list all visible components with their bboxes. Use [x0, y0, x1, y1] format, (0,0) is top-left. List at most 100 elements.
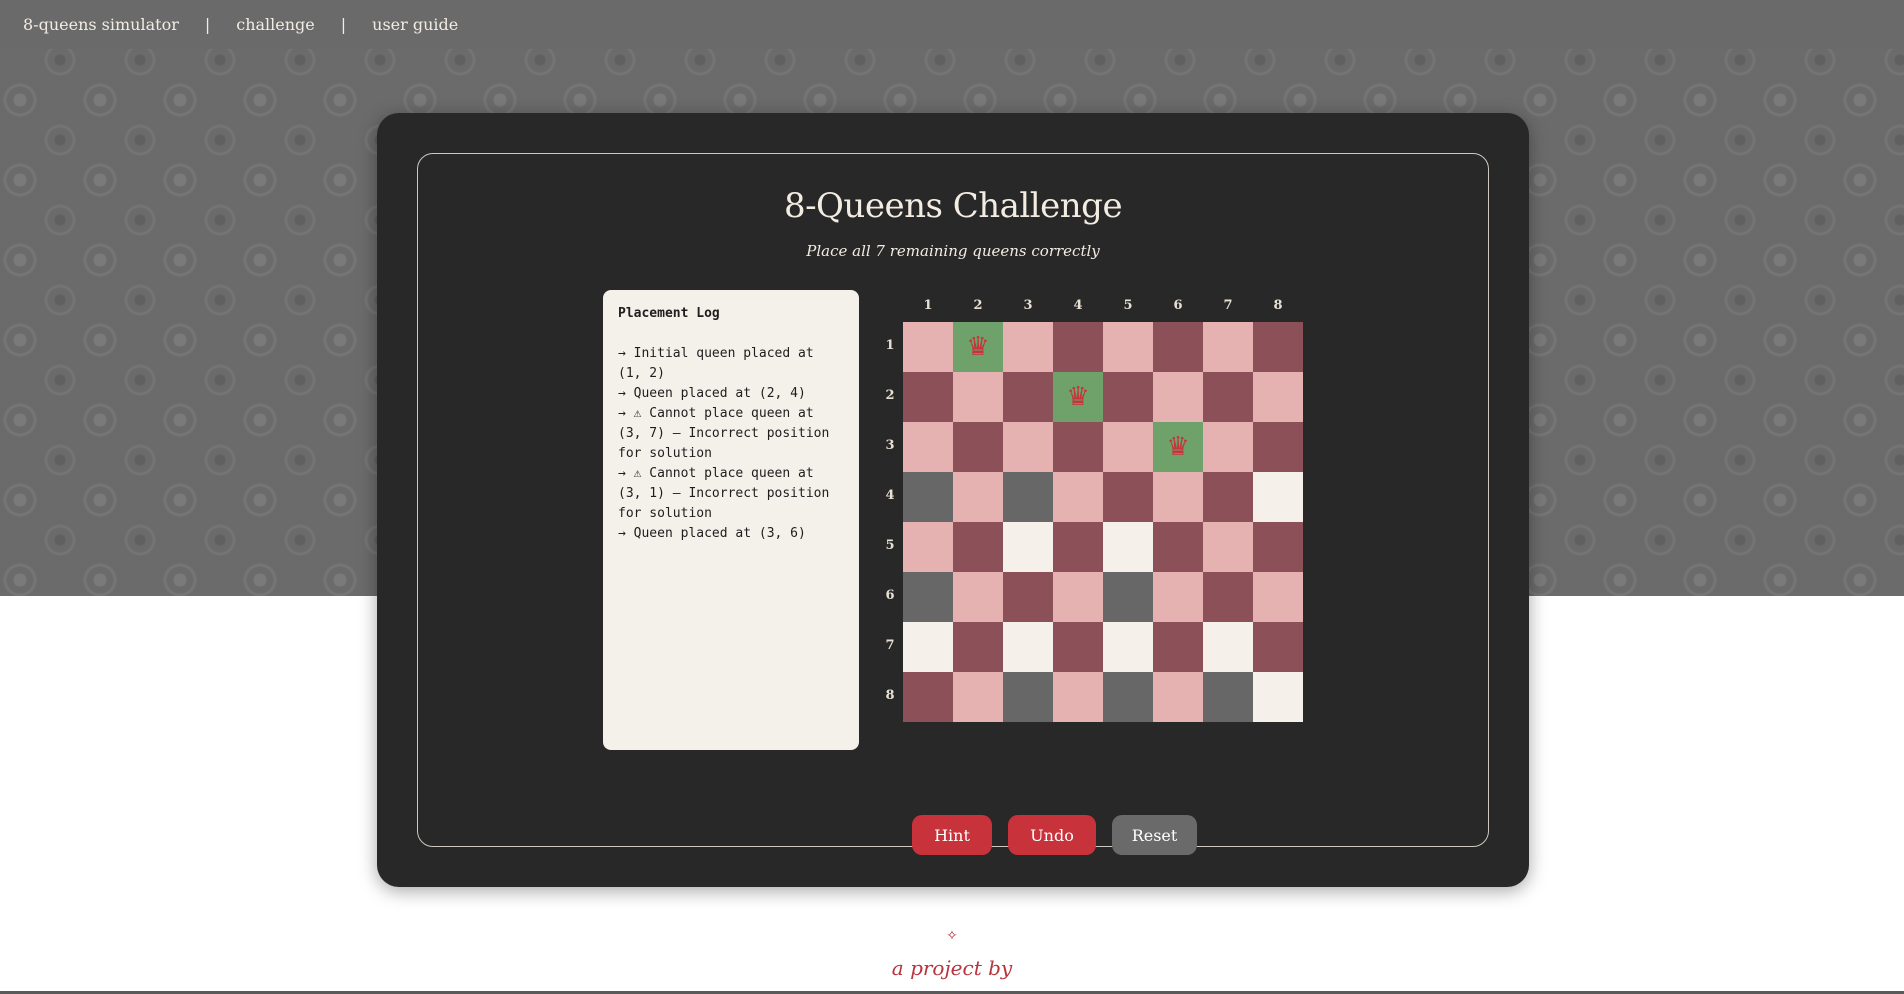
board-cell-r3-c2[interactable] — [953, 422, 1003, 472]
queen-icon: ♛ — [966, 332, 990, 362]
top-nav: 8-queens simulator | challenge | user gu… — [0, 0, 1904, 49]
board-cell-r2-c5[interactable] — [1103, 372, 1153, 422]
placement-log-title: Placement Log — [618, 306, 720, 321]
board-cell-r2-c1[interactable] — [903, 372, 953, 422]
board-cell-r1-c5[interactable] — [1103, 322, 1153, 372]
board-cell-r8-c1[interactable] — [903, 672, 953, 722]
nav-separator: | — [340, 15, 347, 34]
board-cell-r6-c5[interactable] — [1103, 572, 1153, 622]
board-cell-r7-c3[interactable] — [1003, 622, 1053, 672]
board-cell-r8-c6[interactable] — [1153, 672, 1203, 722]
board-cell-r6-c2[interactable] — [953, 572, 1003, 622]
row-label: 2 — [885, 388, 895, 403]
board-cell-r5-c4[interactable] — [1053, 522, 1103, 572]
queen-icon: ♛ — [1066, 382, 1090, 412]
board-cell-r2-c2[interactable] — [953, 372, 1003, 422]
board-cell-r5-c2[interactable] — [953, 522, 1003, 572]
board-cell-r8-c2[interactable] — [953, 672, 1003, 722]
board-cell-r1-c7[interactable] — [1203, 322, 1253, 372]
board-cell-r1-c2[interactable]: ♛ — [953, 322, 1003, 372]
board-cell-r6-c1[interactable] — [903, 572, 953, 622]
hint-button[interactable]: Hint — [912, 815, 992, 855]
column-label: 7 — [1223, 298, 1233, 313]
challenge-frame: 8-Queens Challenge Place all 7 remaining… — [417, 153, 1489, 855]
board-cell-r1-c3[interactable] — [1003, 322, 1053, 372]
row-label: 8 — [885, 688, 895, 703]
board-cell-r1-c6[interactable] — [1153, 322, 1203, 372]
board-cell-r2-c3[interactable] — [1003, 372, 1053, 422]
board-cell-r3-c5[interactable] — [1103, 422, 1153, 472]
board-cell-r7-c6[interactable] — [1153, 622, 1203, 672]
log-entry: → Initial queen placed at (1, 2) — [618, 346, 822, 381]
reset-button[interactable]: Reset — [1112, 815, 1197, 855]
board-cell-r5-c7[interactable] — [1203, 522, 1253, 572]
board-cell-r4-c6[interactable] — [1153, 472, 1203, 522]
board-cell-r1-c1[interactable] — [903, 322, 953, 372]
row-label: 4 — [885, 488, 895, 503]
board-cell-r3-c4[interactable] — [1053, 422, 1103, 472]
row-label: 6 — [885, 588, 895, 603]
log-entry: → ⚠ Cannot place queen at (3, 7) — Incor… — [618, 406, 838, 461]
board-cell-r7-c7[interactable] — [1203, 622, 1253, 672]
column-label: 5 — [1123, 298, 1133, 313]
board-cell-r3-c6[interactable]: ♛ — [1153, 422, 1203, 472]
column-label: 8 — [1273, 298, 1283, 313]
board-cell-r8-c8[interactable] — [1253, 672, 1303, 722]
board-cell-r5-c6[interactable] — [1153, 522, 1203, 572]
board-cell-r2-c8[interactable] — [1253, 372, 1303, 422]
board-cell-r8-c7[interactable] — [1203, 672, 1253, 722]
board-cell-r6-c6[interactable] — [1153, 572, 1203, 622]
board-cell-r3-c8[interactable] — [1253, 422, 1303, 472]
challenge-card: 8-Queens Challenge Place all 7 remaining… — [377, 113, 1529, 887]
board-cell-r8-c3[interactable] — [1003, 672, 1053, 722]
board-cell-r5-c8[interactable] — [1253, 522, 1303, 572]
board-cell-r4-c2[interactable] — [953, 472, 1003, 522]
challenge-title: 8-Queens Challenge — [783, 186, 1123, 226]
board-cell-r3-c7[interactable] — [1203, 422, 1253, 472]
board-cell-r1-c8[interactable] — [1253, 322, 1303, 372]
board-cell-r2-c4[interactable]: ♛ — [1053, 372, 1103, 422]
board-cell-r5-c1[interactable] — [903, 522, 953, 572]
board-cell-r4-c3[interactable] — [1003, 472, 1053, 522]
board-cell-r4-c5[interactable] — [1103, 472, 1153, 522]
undo-button[interactable]: Undo — [1008, 815, 1096, 855]
column-label: 3 — [1023, 298, 1033, 313]
board-cell-r8-c4[interactable] — [1053, 672, 1103, 722]
board-cell-r6-c7[interactable] — [1203, 572, 1253, 622]
board-cell-r7-c5[interactable] — [1103, 622, 1153, 672]
log-entry: → ⚠ Cannot place queen at (3, 1) — Incor… — [618, 466, 838, 521]
column-label: 1 — [923, 298, 933, 313]
challenge-subtitle: Place all 7 remaining queens correctly — [806, 242, 1100, 260]
board-cell-r5-c5[interactable] — [1103, 522, 1153, 572]
board-cell-r3-c1[interactable] — [903, 422, 953, 472]
board-cell-r2-c6[interactable] — [1153, 372, 1203, 422]
board-cell-r7-c4[interactable] — [1053, 622, 1103, 672]
board-cell-r7-c1[interactable] — [903, 622, 953, 672]
row-label: 7 — [885, 638, 895, 653]
board-cell-r4-c7[interactable] — [1203, 472, 1253, 522]
column-label: 6 — [1173, 298, 1183, 313]
board-cell-r6-c8[interactable] — [1253, 572, 1303, 622]
row-label: 5 — [885, 538, 895, 553]
board-cell-r7-c2[interactable] — [953, 622, 1003, 672]
log-entry: → Queen placed at (3, 6) — [618, 526, 806, 541]
board-cell-r4-c8[interactable] — [1253, 472, 1303, 522]
nav-link-user-guide[interactable]: user guide — [372, 15, 458, 34]
sparkle-icon: ✧ — [946, 928, 958, 944]
board-cell-r4-c1[interactable] — [903, 472, 953, 522]
placement-log: Placement Log → Initial queen placed at … — [603, 290, 859, 750]
board-cell-r2-c7[interactable] — [1203, 372, 1253, 422]
row-label: 3 — [885, 438, 895, 453]
board-cell-r3-c3[interactable] — [1003, 422, 1053, 472]
log-entry: → Queen placed at (2, 4) — [618, 386, 806, 401]
board-cell-r5-c3[interactable] — [1003, 522, 1053, 572]
nav-link-challenge[interactable]: challenge — [236, 15, 315, 34]
board-cell-r7-c8[interactable] — [1253, 622, 1303, 672]
nav-link-simulator[interactable]: 8-queens simulator — [23, 15, 179, 34]
board-cell-r1-c4[interactable] — [1053, 322, 1103, 372]
board-cell-r8-c5[interactable] — [1103, 672, 1153, 722]
board-cell-r4-c4[interactable] — [1053, 472, 1103, 522]
board-cell-r6-c4[interactable] — [1053, 572, 1103, 622]
board-cell-r6-c3[interactable] — [1003, 572, 1053, 622]
queen-icon: ♛ — [1166, 432, 1190, 462]
